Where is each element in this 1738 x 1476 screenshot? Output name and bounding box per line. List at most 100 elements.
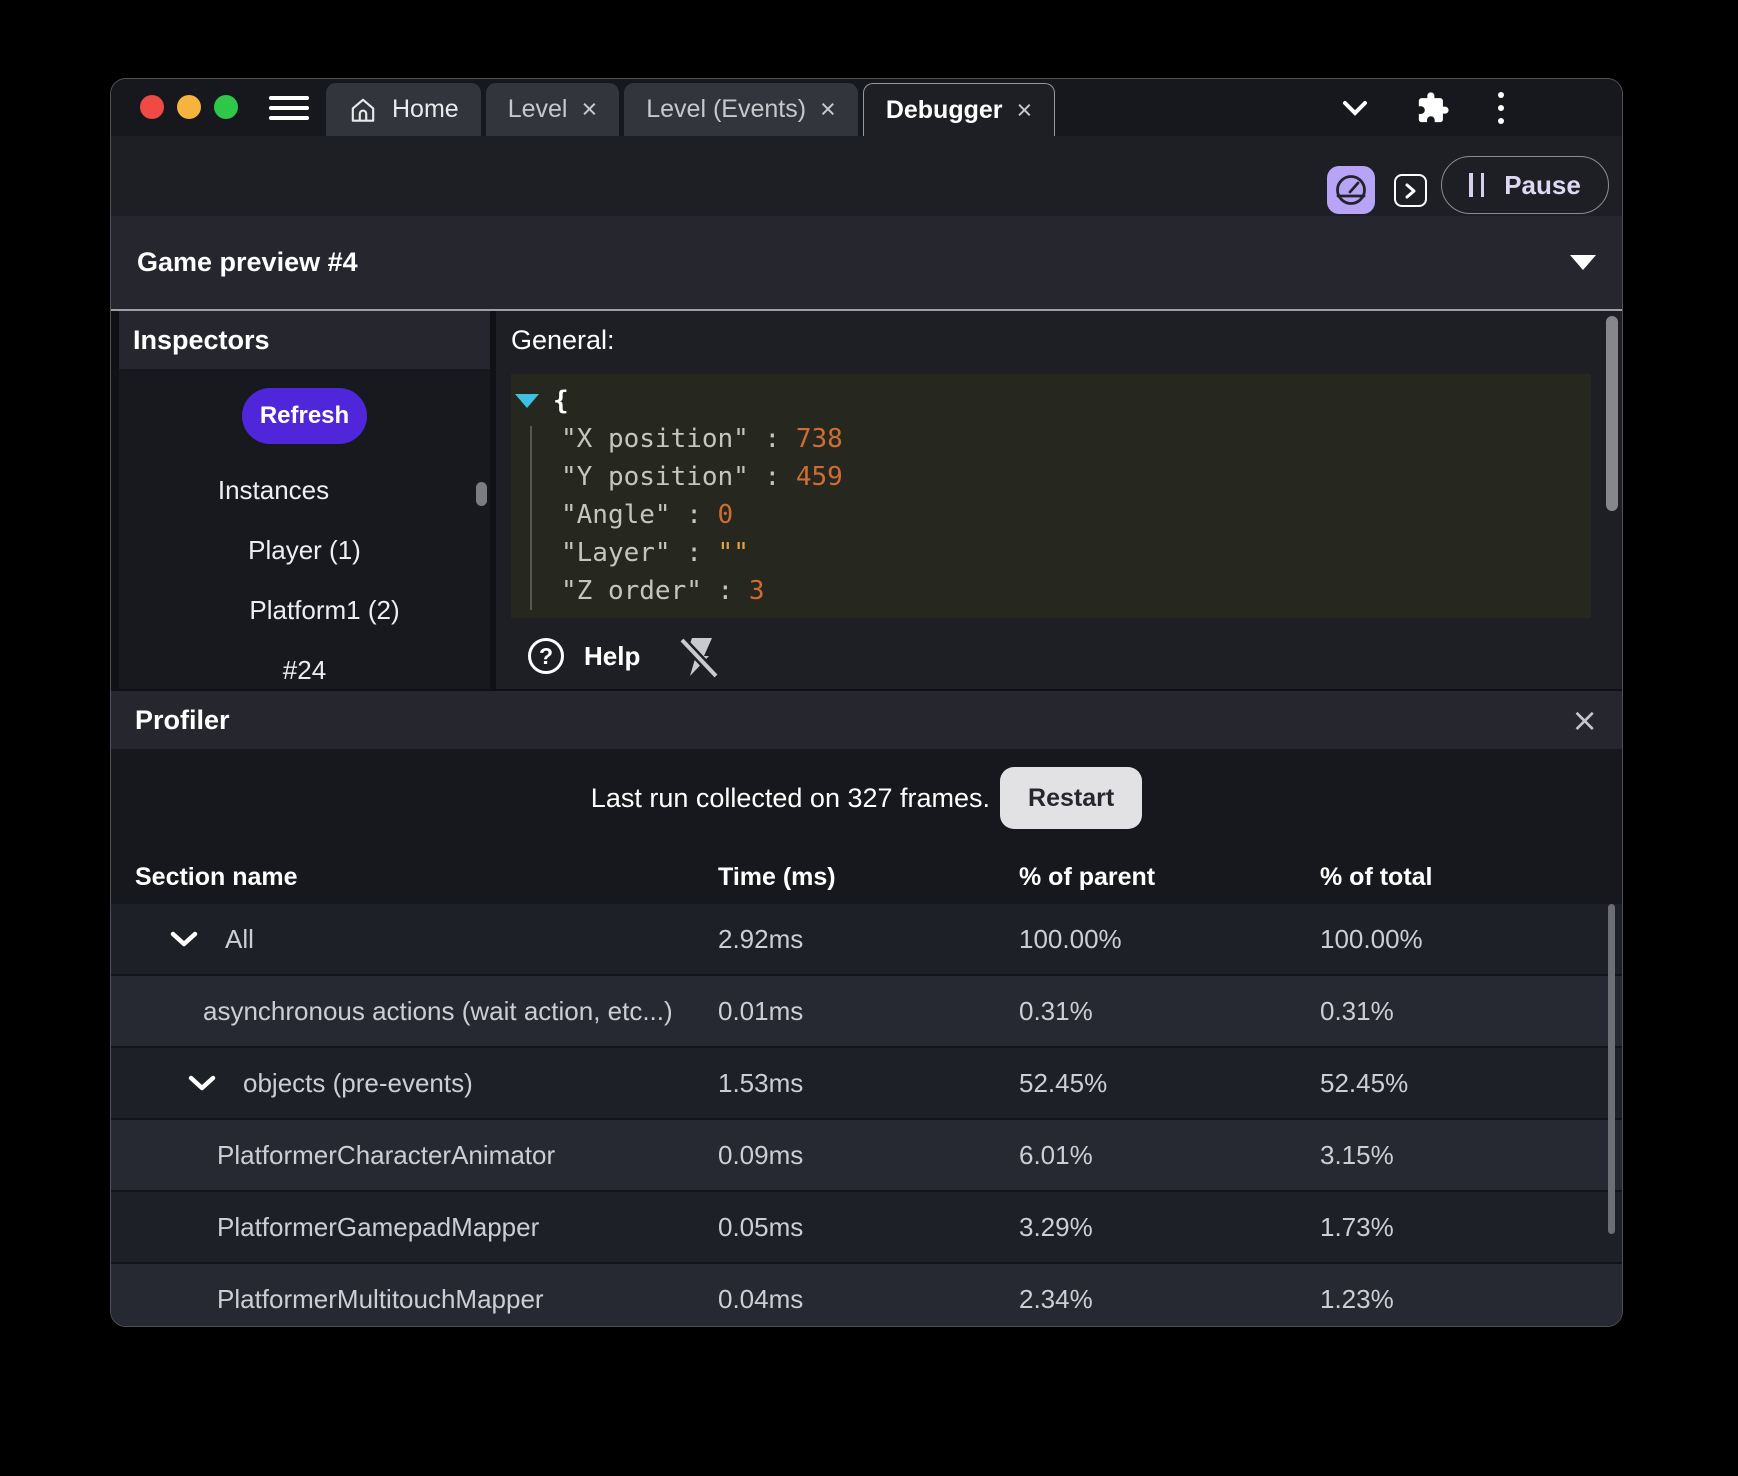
json-property: "Z order" : 3: [511, 572, 1591, 610]
inspector-tree: Instances Player (1) Platform1 (2) #24: [119, 460, 490, 689]
traffic-close-button[interactable]: [140, 95, 164, 119]
table-row[interactable]: asynchronous actions (wait action, etc..…: [111, 976, 1622, 1048]
column-percent-parent: % of parent: [1019, 863, 1155, 892]
table-row[interactable]: objects (pre-events) 1.53ms 52.45% 52.45…: [111, 1048, 1622, 1120]
unpin-cursor-icon[interactable]: [678, 633, 720, 679]
kebab-menu-icon[interactable]: [1498, 92, 1504, 124]
section-percent-parent: 52.45%: [1019, 1048, 1107, 1118]
profiler-header: Profiler ×: [111, 691, 1622, 749]
section-name: PlatformerMultitouchMapper: [217, 1284, 544, 1315]
tab-label: Level (Events): [646, 95, 806, 124]
section-percent-total: 100.00%: [1320, 904, 1423, 974]
section-percent-parent: 100.00%: [1019, 904, 1122, 974]
game-preview-title: Game preview #4: [137, 247, 358, 278]
json-property: "Layer" : "": [511, 534, 1591, 572]
section-time: 2.92ms: [718, 904, 803, 974]
tab-strip: Home Level × Level (Events) × Debugger ×: [326, 83, 1055, 136]
tree-item-24[interactable]: #24: [119, 640, 490, 689]
tab-label: Debugger: [886, 96, 1003, 125]
section-name: PlatformerCharacterAnimator: [217, 1140, 555, 1171]
game-preview-header[interactable]: Game preview #4: [111, 216, 1622, 311]
tree-item-instances[interactable]: Instances: [119, 460, 459, 520]
json-value: 0: [718, 500, 734, 530]
tab-level[interactable]: Level ×: [486, 83, 620, 136]
pause-icon: [1469, 173, 1484, 197]
json-property: "Y position" : 459: [511, 458, 1591, 496]
close-profiler-icon[interactable]: ×: [1571, 704, 1598, 736]
pause-button[interactable]: Pause: [1441, 156, 1609, 214]
json-value: "": [718, 538, 749, 568]
profiler-status-text: Last run collected on 327 frames.: [591, 783, 990, 814]
section-time: 0.09ms: [718, 1120, 803, 1190]
close-tab-icon[interactable]: ×: [1017, 97, 1033, 124]
section-percent-parent: 2.34%: [1019, 1264, 1093, 1327]
table-row[interactable]: PlatformerMultitouchMapper 0.04ms 2.34% …: [111, 1264, 1622, 1327]
general-scrollbar-thumb[interactable]: [1606, 316, 1618, 511]
console-button[interactable]: [1394, 174, 1427, 207]
section-percent-total: 1.23%: [1320, 1264, 1394, 1327]
expand-chevron-icon[interactable]: [169, 930, 199, 948]
tab-home[interactable]: Home: [326, 83, 481, 136]
inspectors-scrollbar-thumb[interactable]: [476, 482, 487, 506]
extensions-puzzle-icon[interactable]: [1416, 91, 1450, 125]
column-section-name: Section name: [135, 863, 298, 892]
refresh-button[interactable]: Refresh: [242, 388, 367, 444]
help-link[interactable]: Help: [584, 641, 640, 672]
json-view: { "X position" : 738 "Y position" : 459 …: [511, 374, 1591, 618]
tab-debugger[interactable]: Debugger ×: [863, 83, 1055, 136]
tab-label: Home: [392, 95, 459, 124]
debugger-panels: Inspectors Refresh Instances Player (1) …: [111, 311, 1622, 691]
profiler-gauge-button[interactable]: [1327, 166, 1375, 214]
json-property: "Angle" : 0: [511, 496, 1591, 534]
section-name: asynchronous actions (wait action, etc..…: [203, 996, 673, 1027]
gauge-icon: [1331, 170, 1371, 210]
chevron-down-icon[interactable]: [1342, 100, 1368, 116]
close-tab-icon[interactable]: ×: [820, 96, 836, 123]
column-percent-total: % of total: [1320, 863, 1433, 892]
app-window: Home Level × Level (Events) × Debugger ×: [110, 78, 1623, 1327]
json-value: 738: [796, 424, 843, 454]
section-name: PlatformerGamepadMapper: [217, 1212, 539, 1243]
traffic-zoom-button[interactable]: [214, 95, 238, 119]
general-panel: General: { "X position" : 738 "Y positio…: [496, 311, 1622, 689]
table-row[interactable]: PlatformerGamepadMapper 0.05ms 3.29% 1.7…: [111, 1192, 1622, 1264]
json-value: 459: [796, 462, 843, 492]
section-name: All: [225, 924, 254, 955]
json-property: "X position" : 738: [511, 420, 1591, 458]
json-root-brace: {: [553, 386, 569, 416]
help-question-icon[interactable]: ?: [528, 638, 564, 674]
section-time: 0.04ms: [718, 1264, 803, 1327]
tree-item-platform1[interactable]: Platform1 (2): [139, 580, 490, 640]
section-percent-total: 0.31%: [1320, 976, 1394, 1046]
section-name: objects (pre-events): [243, 1068, 473, 1099]
tab-level-events[interactable]: Level (Events) ×: [624, 83, 858, 136]
section-percent-parent: 6.01%: [1019, 1120, 1093, 1190]
profiler-scrollbar-thumb[interactable]: [1608, 904, 1615, 1234]
restart-button[interactable]: Restart: [1000, 767, 1142, 829]
expand-chevron-icon[interactable]: [187, 1074, 217, 1092]
section-time: 0.01ms: [718, 976, 803, 1046]
inspectors-panel: Inspectors Refresh Instances Player (1) …: [119, 311, 490, 689]
profiler-rows: All 2.92ms 100.00% 100.00% asynchronous …: [111, 904, 1622, 1327]
close-tab-icon[interactable]: ×: [581, 96, 597, 123]
inspectors-title: Inspectors: [119, 311, 490, 369]
section-percent-parent: 0.31%: [1019, 976, 1093, 1046]
hamburger-menu-icon[interactable]: [269, 96, 309, 126]
window-top-icons: [1342, 79, 1504, 136]
table-row[interactable]: All 2.92ms 100.00% 100.00%: [111, 904, 1622, 976]
table-row[interactable]: PlatformerCharacterAnimator 0.09ms 6.01%…: [111, 1120, 1622, 1192]
json-value: 3: [749, 576, 765, 606]
collapse-triangle-icon: [1570, 255, 1596, 270]
tree-item-player[interactable]: Player (1): [119, 520, 490, 580]
profiler-title: Profiler: [135, 705, 230, 736]
section-percent-total: 52.45%: [1320, 1048, 1408, 1118]
profiler-table-header: Section name Time (ms) % of parent % of …: [111, 849, 1622, 904]
section-percent-parent: 3.29%: [1019, 1192, 1093, 1262]
tab-label: Level: [508, 95, 568, 124]
traffic-minimize-button[interactable]: [177, 95, 201, 119]
profiler-body: Last run collected on 327 frames. Restar…: [111, 749, 1622, 1327]
debugger-toolbar: Pause: [111, 136, 1622, 216]
json-collapse-triangle-icon[interactable]: [515, 394, 539, 408]
console-chevron-icon: [1402, 182, 1420, 200]
json-indent-guide: [530, 426, 532, 610]
